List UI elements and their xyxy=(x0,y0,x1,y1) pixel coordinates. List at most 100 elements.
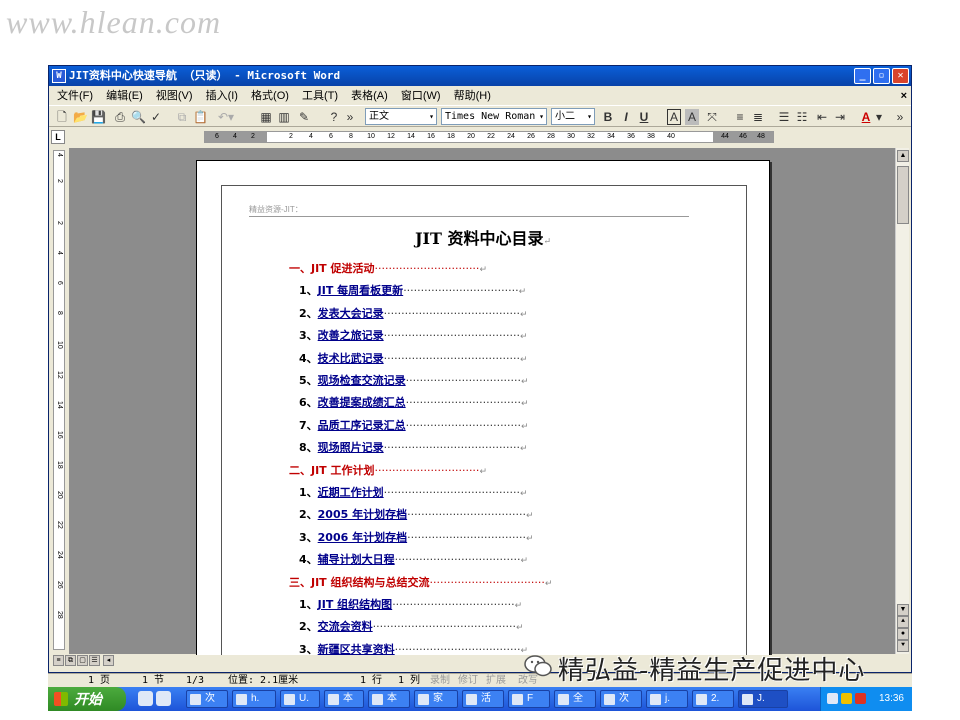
undo-icon[interactable]: ↶▾ xyxy=(215,109,237,125)
italic-button[interactable]: I xyxy=(619,109,633,125)
char-border-button[interactable]: A xyxy=(667,109,681,125)
align-center-icon[interactable]: ≣ xyxy=(751,109,765,125)
help-icon[interactable]: ? xyxy=(327,109,341,125)
toc-link-label[interactable]: 近期工作计划 xyxy=(318,486,384,499)
toc-item[interactable]: 6、改善提案成绩汇总······························… xyxy=(299,394,529,410)
insert-table-icon[interactable]: ▦ xyxy=(259,109,273,125)
taskbar-task[interactable]: h. xyxy=(232,690,276,708)
toc-item[interactable]: 4、辅导计划大日程·······························… xyxy=(299,551,528,567)
underline-button[interactable]: U xyxy=(637,109,651,125)
minimize-button[interactable]: _ xyxy=(854,68,871,84)
toc-item[interactable]: 2、交流会资料·································… xyxy=(299,618,524,634)
taskbar-task[interactable]: 次 xyxy=(600,690,642,708)
toolbar-more-icon[interactable]: » xyxy=(345,109,355,125)
menu-format[interactable]: 格式(O) xyxy=(251,90,289,102)
decrease-indent-icon[interactable]: ⇤ xyxy=(815,109,829,125)
increase-indent-icon[interactable]: ⇥ xyxy=(833,109,847,125)
bold-button[interactable]: B xyxy=(601,109,615,125)
toc-link-label[interactable]: 现场照片记录 xyxy=(318,441,384,454)
toc-link-label[interactable]: 改善提案成绩汇总 xyxy=(318,396,406,409)
size-select[interactable]: 小二 ▾ xyxy=(551,108,595,125)
toc-link-label[interactable]: 新疆区共享资料 xyxy=(318,643,395,656)
clock[interactable]: 13:36 xyxy=(879,687,904,711)
menu-view[interactable]: 视图(V) xyxy=(156,90,193,102)
toc-item[interactable]: 7、品质工序记录汇总······························… xyxy=(299,417,529,433)
bullets-icon[interactable]: ☷ xyxy=(795,109,809,125)
menu-tools[interactable]: 工具(T) xyxy=(302,90,338,102)
prev-page-button[interactable]: ⯅ xyxy=(897,616,909,628)
toolbar-overflow-icon[interactable]: » xyxy=(895,109,905,125)
spelling-icon[interactable]: ✓ xyxy=(149,109,163,125)
toc-link-label[interactable]: 辅导计划大日程 xyxy=(318,553,395,566)
menu-window[interactable]: 窗口(W) xyxy=(401,90,441,102)
status-record[interactable]: 录制 xyxy=(430,674,450,688)
menu-help[interactable]: 帮助(H) xyxy=(454,90,491,102)
font-select[interactable]: Times New Roman ▾ xyxy=(441,108,547,125)
antivirus-tray-icon[interactable] xyxy=(855,693,866,704)
taskbar-task[interactable]: F xyxy=(508,690,550,708)
toc-item[interactable]: 1、JIT 每周看板更新····························… xyxy=(299,282,526,298)
taskbar-task[interactable]: 2. xyxy=(692,690,734,708)
toc-item[interactable]: 2、发表大会记录································… xyxy=(299,305,528,321)
taskbar-task[interactable]: 本 xyxy=(368,690,410,708)
print-icon[interactable]: ⎙ xyxy=(113,109,127,125)
toc-item[interactable]: 3、改善之旅记录································… xyxy=(299,327,528,343)
status-extend[interactable]: 扩展 xyxy=(486,674,506,688)
char-shading-button[interactable]: A xyxy=(685,109,699,125)
toc-section[interactable]: 三、JIT 组织结构与总结交流·························… xyxy=(289,574,552,590)
save-icon[interactable]: 💾 xyxy=(91,109,106,125)
taskbar-task[interactable]: 本 xyxy=(324,690,364,708)
toc-item[interactable]: 3、2006 年计划存档····························… xyxy=(299,529,534,545)
start-button[interactable]: 开始 xyxy=(48,687,126,711)
taskbar-task[interactable]: J. xyxy=(738,690,788,708)
taskbar-task[interactable]: 活 xyxy=(462,690,504,708)
toc-item[interactable]: 1、JIT 组织结构图·····························… xyxy=(299,596,522,612)
outline-view-button[interactable]: ☰ xyxy=(89,655,100,666)
close-button[interactable]: ✕ xyxy=(892,68,909,84)
scale-icon[interactable]: ⤧ xyxy=(703,109,721,125)
toc-item[interactable]: 1、近期工作计划································… xyxy=(299,484,528,500)
scroll-left-button[interactable]: ◂ xyxy=(103,655,114,666)
desktop-quicklaunch-icon[interactable] xyxy=(156,691,171,706)
toc-link-label[interactable]: JIT 促进活动 xyxy=(311,262,375,275)
toc-link-label[interactable]: 改善之旅记录 xyxy=(318,329,384,342)
numbering-icon[interactable]: ☰ xyxy=(777,109,791,125)
print-view-button[interactable]: ▢ xyxy=(77,655,88,666)
scroll-thumb[interactable] xyxy=(897,166,909,224)
toc-section[interactable]: 二、JIT 工作计划······························… xyxy=(289,462,487,478)
scroll-down-button[interactable]: ▼ xyxy=(897,604,909,616)
menu-table[interactable]: 表格(A) xyxy=(351,90,388,102)
next-page-button[interactable]: ⯆ xyxy=(897,640,909,652)
network-tray-icon[interactable] xyxy=(827,693,838,704)
toc-item[interactable]: 4、技术比武记录································… xyxy=(299,350,528,366)
vertical-scrollbar[interactable]: ▲ ▼ ⯅ ● ⯆ xyxy=(895,148,909,654)
columns-icon[interactable]: ▥ xyxy=(277,109,291,125)
web-view-button[interactable]: ⧉ xyxy=(65,655,76,666)
toc-link-label[interactable]: JIT 工作计划 xyxy=(311,464,375,477)
menu-file[interactable]: 文件(F) xyxy=(57,90,93,102)
tab-selector[interactable]: L xyxy=(51,130,65,144)
toc-link-label[interactable]: 技术比武记录 xyxy=(318,352,384,365)
toc-link-label[interactable]: JIT 组织结构图 xyxy=(318,598,393,611)
print-preview-icon[interactable]: 🔍 xyxy=(131,109,146,125)
toc-section[interactable]: 一、JIT 促进活动······························… xyxy=(289,260,487,276)
scroll-up-button[interactable]: ▲ xyxy=(897,150,909,162)
title-bar[interactable]: W JIT资料中心快速导航 （只读） - Microsoft Word _ ▫ … xyxy=(49,66,911,86)
paste-icon[interactable]: 📋 xyxy=(193,109,208,125)
toc-link-label[interactable]: JIT 每周看板更新 xyxy=(318,284,404,297)
toc-link-label[interactable]: 2005 年计划存档 xyxy=(318,508,407,521)
ie-quicklaunch-icon[interactable] xyxy=(138,691,153,706)
toc-link-label[interactable]: 发表大会记录 xyxy=(318,307,384,320)
document-close-button[interactable]: × xyxy=(901,87,907,105)
align-justify-icon[interactable]: ≡ xyxy=(733,109,747,125)
document-page[interactable]: 精益资源-JIT： JIT 资料中心目录↵ 一、JIT 促进活动········… xyxy=(196,160,770,665)
font-color-dropdown-icon[interactable]: ▾ xyxy=(875,109,883,125)
style-select[interactable]: 正文 ▾ xyxy=(365,108,437,125)
browse-object-button[interactable]: ● xyxy=(897,628,909,640)
taskbar-task[interactable]: U. xyxy=(280,690,320,708)
toc-link-label[interactable]: 现场检查交流记录 xyxy=(318,374,406,387)
status-track-changes[interactable]: 修订 xyxy=(458,674,478,688)
menu-insert[interactable]: 插入(I) xyxy=(206,90,238,102)
drawing-icon[interactable]: ✎ xyxy=(297,109,311,125)
toc-item[interactable]: 2、2005 年计划存档····························… xyxy=(299,506,534,522)
